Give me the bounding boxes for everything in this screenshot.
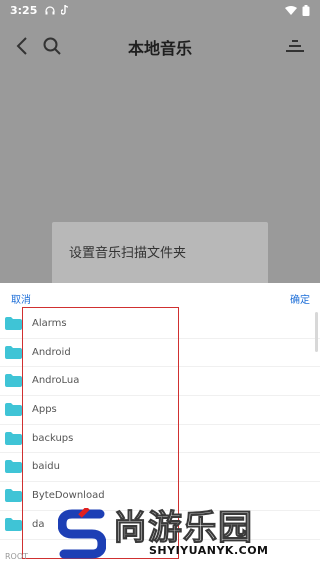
folder-item[interactable]: baidu xyxy=(0,453,320,483)
folder-icon xyxy=(5,431,22,445)
watermark: 尚游乐园 SHYIYUANYK.COM xyxy=(40,496,320,568)
folder-name: Alarms xyxy=(32,318,67,329)
watermark-text: 尚游乐园 xyxy=(113,508,253,549)
menu-icon[interactable] xyxy=(286,38,304,54)
folder-icon xyxy=(5,517,22,531)
tiktok-icon xyxy=(61,5,69,15)
folder-item[interactable]: AndroLua xyxy=(0,367,320,397)
folder-item[interactable]: backups xyxy=(0,425,320,454)
cancel-button[interactable]: 取消 xyxy=(11,291,31,306)
status-time: 3:25 xyxy=(10,3,38,17)
folder-item[interactable]: Android xyxy=(0,339,320,368)
folder-name: backups xyxy=(32,432,74,444)
folder-icon xyxy=(5,460,22,474)
app-bar: 本地音乐 xyxy=(0,24,320,68)
folder-name: AndroLua xyxy=(32,375,80,387)
folder-item[interactable]: Apps xyxy=(0,396,320,425)
folder-icon xyxy=(5,317,22,330)
status-bar: 3:25 xyxy=(0,0,320,20)
folder-name: Android xyxy=(32,346,71,358)
folder-item[interactable]: Alarms xyxy=(0,310,320,339)
wifi-icon xyxy=(285,5,297,15)
folder-name: baidu xyxy=(32,461,60,473)
headphones-icon xyxy=(45,5,55,14)
folder-picker-header: 取消 确定 xyxy=(0,283,320,311)
folder-icon xyxy=(5,345,22,359)
folder-icon xyxy=(5,374,22,388)
watermark-url: SHYIYUANYK.COM xyxy=(149,544,269,557)
watermark-logo-icon xyxy=(58,508,106,559)
page-title: 本地音乐 xyxy=(127,39,192,58)
folder-list-scrollbar[interactable] xyxy=(315,312,318,352)
root-label: ROOT xyxy=(5,552,29,561)
scan-folder-dialog-title: 设置音乐扫描文件夹 xyxy=(69,246,187,261)
confirm-button[interactable]: 确定 xyxy=(290,291,310,306)
folder-icon xyxy=(5,489,22,503)
folder-name: Apps xyxy=(32,404,57,416)
battery-icon xyxy=(302,4,310,16)
folder-icon xyxy=(5,403,22,417)
